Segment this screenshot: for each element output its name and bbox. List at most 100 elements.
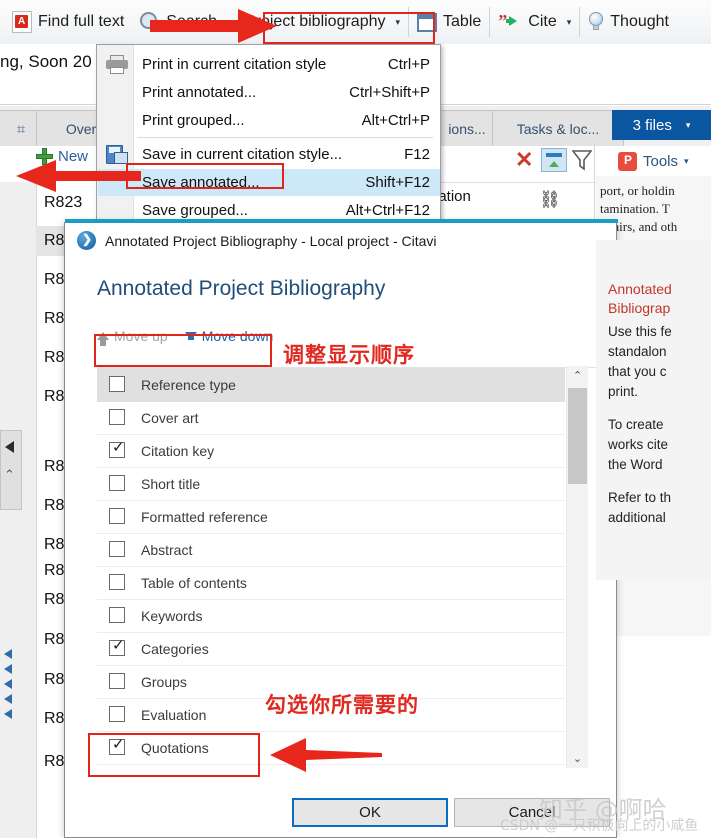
help-pane-body: Use this fe standalon that you c print. T… <box>608 322 711 541</box>
field-row[interactable]: Cover art <box>97 401 565 435</box>
field-checkbox[interactable] <box>109 475 125 491</box>
cite-icon: ” <box>498 12 522 31</box>
help-paragraph: Use this fe standalon that you c print. <box>608 324 672 399</box>
field-row[interactable]: ✓ Citation key <box>97 434 565 468</box>
ribbon-item-cite[interactable]: ” Cite ▾ <box>490 0 579 44</box>
field-checkbox[interactable]: ✓ <box>109 440 125 458</box>
field-checkbox[interactable] <box>109 673 125 689</box>
field-checkbox[interactable] <box>109 376 125 392</box>
dialog-heading: Annotated Project Bibliography <box>97 277 386 300</box>
field-checkbox[interactable] <box>109 508 125 524</box>
field-checkbox[interactable] <box>109 541 125 557</box>
menu-item[interactable]: Print in current citation style Ctrl+P <box>98 51 440 78</box>
scrollbar-thumb[interactable] <box>568 388 587 484</box>
ribbon-label-find-full-text: Find full text <box>38 13 125 30</box>
field-checkbox[interactable] <box>109 706 125 722</box>
field-label: Short title <box>141 475 201 492</box>
field-row[interactable]: Reference type <box>97 368 565 402</box>
check-icon: ✓ <box>112 736 125 753</box>
magnifier-icon <box>140 12 160 32</box>
annotation-note-check: 勾选你所需要的 <box>265 693 419 717</box>
list-item-label: R8 <box>44 232 65 249</box>
save-icon <box>106 144 128 165</box>
list-item-label: R8 <box>44 671 65 688</box>
help-paragraph: To create works cite the Word <box>608 417 669 472</box>
field-label: Abstract <box>141 541 193 558</box>
list-item-label: R8 <box>44 710 65 727</box>
field-label: Citation key <box>141 442 215 459</box>
field-checkbox[interactable] <box>109 574 125 590</box>
filter-icon[interactable] <box>572 149 592 171</box>
dialog-title-text: Annotated Project Bibliography - Local p… <box>105 232 437 249</box>
field-row[interactable]: ✓ Quotations <box>97 731 565 765</box>
close-icon[interactable]: ✕ <box>515 149 535 171</box>
field-row[interactable]: Formatted reference <box>97 500 565 534</box>
list-item-label: R8 <box>44 349 65 366</box>
watermark-csdn: CSDN @一只积极向上的小咸鱼 <box>500 818 699 834</box>
ribbon-label-project-bibliography: Project bibliography <box>244 13 386 30</box>
menu-item-shortcut: Alt+Ctrl+P <box>361 112 430 129</box>
list-item-label: R8 <box>44 497 65 514</box>
field-checkbox[interactable] <box>109 607 125 623</box>
ribbon-item-find-full-text[interactable]: Find full text <box>4 0 132 44</box>
new-button-label: New <box>58 148 89 165</box>
list-item-label: R8 <box>44 753 65 770</box>
link-icon[interactable]: ⛓ <box>539 190 561 210</box>
field-label: Table of contents <box>141 574 247 591</box>
arrow-up-icon <box>97 332 109 346</box>
menu-item[interactable]: Save in current citation style... F12 <box>98 141 440 168</box>
menu-divider <box>137 137 433 138</box>
field-checkbox[interactable] <box>109 409 125 425</box>
tab-tasks-label: Tasks & loc... <box>516 121 600 137</box>
tools-button-label: Tools <box>643 152 679 170</box>
printer-icon <box>106 55 128 74</box>
pane-collapse-handle[interactable]: ⌃ <box>0 430 22 510</box>
files-button[interactable]: 3 files ▾ <box>612 110 711 140</box>
menu-item[interactable]: Print grouped... Alt+Ctrl+P <box>98 107 440 134</box>
list-markers <box>0 645 22 755</box>
move-up-button[interactable]: Move up <box>97 328 168 346</box>
new-button[interactable]: New <box>36 148 88 165</box>
menu-item-label: Print grouped... <box>142 112 245 129</box>
dialog-accent-bar <box>65 219 618 223</box>
ribbon-toolbar: Find full text Search Project bibliograp… <box>0 0 711 45</box>
bulb-icon <box>588 12 604 32</box>
field-row[interactable]: Short title <box>97 467 565 501</box>
menu-item[interactable]: Save annotated... Shift+F12 <box>98 169 440 196</box>
field-row[interactable]: ✓ Categories <box>97 632 565 666</box>
ribbon-item-thought[interactable]: Thought <box>580 0 677 44</box>
ribbon-label-cite: Cite <box>528 13 557 30</box>
annotation-note-order: 调整显示顺序 <box>283 343 415 367</box>
ribbon-item-search[interactable]: Search <box>132 0 225 44</box>
collapse-icon[interactable] <box>541 148 567 172</box>
ribbon-item-table[interactable]: Table <box>409 0 489 44</box>
list-item-label: R8 <box>44 591 65 608</box>
menu-item-label: Save in current citation style... <box>142 146 343 163</box>
move-down-button[interactable]: Move down <box>184 328 274 344</box>
ribbon-label-table: Table <box>443 13 482 30</box>
field-checkbox[interactable]: ✓ <box>109 637 125 656</box>
tools-button[interactable]: Tools ▾ <box>612 146 711 176</box>
field-row[interactable]: Abstract <box>97 533 565 567</box>
list-item-label: R8 <box>44 536 65 553</box>
field-row[interactable]: Keywords <box>97 599 565 633</box>
move-down-label: Move down <box>201 328 274 344</box>
scroll-down-icon[interactable]: ⌄ <box>567 749 588 768</box>
chevron-down-icon: ▾ <box>395 16 401 27</box>
field-row[interactable]: Table of contents <box>97 566 565 600</box>
list-item-label: R8 <box>44 388 65 405</box>
check-icon: ✓ <box>112 637 125 654</box>
field-label: Cover art <box>141 409 199 426</box>
menu-item[interactable]: Print annotated... Ctrl+Shift+P <box>98 79 440 106</box>
tab-tasks-locations[interactable]: Tasks & loc... <box>492 110 624 147</box>
list-scrollbar[interactable]: ⌃ ⌄ <box>566 366 588 768</box>
field-checkbox[interactable]: ✓ <box>109 736 125 755</box>
menu-item-label: Save annotated... <box>142 174 260 191</box>
menu-item-shortcut: Ctrl+P <box>387 56 430 73</box>
ribbon-item-project-bibliography[interactable]: Project bibliography ▾ <box>237 0 408 44</box>
list-item-label: R8 <box>44 271 65 288</box>
ok-button[interactable]: OK <box>292 798 448 827</box>
scroll-up-icon[interactable]: ⌃ <box>567 366 588 385</box>
list-item-label: R8 <box>44 310 65 327</box>
help-paragraph: Refer to th additional <box>608 490 672 525</box>
